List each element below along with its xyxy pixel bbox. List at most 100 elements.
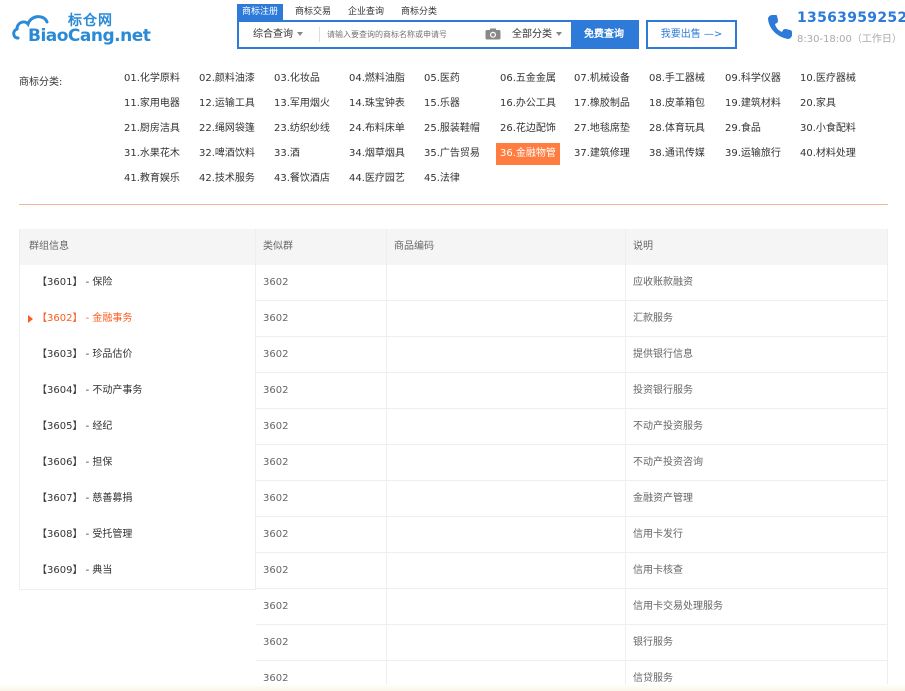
category-item[interactable]: 27.地毯席垫 (570, 119, 634, 138)
category-item[interactable]: 36.金融物管 (496, 143, 560, 165)
cell-description: 信用卡核查 (626, 553, 888, 589)
group-item[interactable]: 【3607】 - 慈善募捐 (20, 481, 256, 517)
cell-similar-group: 3602 (256, 553, 387, 589)
category-item[interactable]: 34.烟草烟具 (345, 144, 409, 163)
category-item[interactable]: 37.建筑修理 (570, 144, 634, 163)
chevron-down-icon (556, 32, 562, 36)
category-item[interactable]: 05.医药 (420, 69, 464, 88)
cell-description: 不动产投资服务 (626, 409, 888, 445)
group-item-label: 【3604】 - 不动产事务 (37, 385, 143, 396)
category-item[interactable]: 22.绳网袋篷 (195, 119, 259, 138)
table-header-description: 说明 (626, 229, 888, 265)
table-row: 3602 银行服务 (256, 625, 888, 661)
category-item[interactable]: 41.教育娱乐 (120, 169, 184, 188)
category-item[interactable]: 31.水果花木 (120, 144, 184, 163)
category-item[interactable]: 04.燃料油脂 (345, 69, 409, 88)
group-item-label: 【3603】 - 珍品估价 (37, 349, 133, 360)
category-item[interactable]: 24.布料床单 (345, 119, 409, 138)
search-scope-label: 综合查询 (253, 29, 293, 40)
category-item[interactable]: 29.食品 (721, 119, 765, 138)
category-item[interactable]: 40.材料处理 (796, 144, 860, 163)
camera-icon[interactable] (485, 28, 501, 40)
category-item[interactable]: 02.颜料油漆 (195, 69, 259, 88)
cell-similar-group: 3602 (256, 625, 387, 661)
cell-goods-code (387, 589, 626, 625)
logo-en-text: BiaoCang.net (28, 26, 151, 46)
category-item[interactable]: 32.啤酒饮料 (195, 144, 259, 163)
category-item[interactable]: 26.花边配饰 (496, 119, 560, 138)
search-category-select[interactable]: 全部分类 (512, 22, 562, 47)
category-item[interactable]: 42.技术服务 (195, 169, 259, 188)
table-row: 3602 汇款服务 (256, 301, 888, 337)
category-item[interactable]: 13.军用烟火 (270, 94, 334, 113)
search-category-label: 全部分类 (512, 29, 552, 40)
group-item-label: 【3605】 - 经纪 (37, 421, 113, 432)
category-item[interactable]: 07.机械设备 (570, 69, 634, 88)
search-box: 综合查询 全部分类 免费查询 (237, 20, 639, 49)
tab-trademark-register[interactable]: 商标注册 (237, 4, 284, 20)
group-item[interactable]: 【3601】 - 保险 (20, 265, 256, 301)
group-item-label: 【3607】 - 慈善募捐 (37, 493, 133, 504)
group-item[interactable]: 【3603】 - 珍品估价 (20, 337, 256, 373)
category-item[interactable]: 35.广告贸易 (420, 144, 484, 163)
category-item[interactable]: 17.橡胶制品 (570, 94, 634, 113)
category-item[interactable]: 10.医疗器械 (796, 69, 860, 88)
group-item-label: 【3606】 - 担保 (37, 457, 113, 468)
cell-description: 金融资产管理 (626, 481, 888, 517)
category-item[interactable]: 20.家具 (796, 94, 840, 113)
cell-description: 信用卡发行 (626, 517, 888, 553)
cell-description: 银行服务 (626, 625, 888, 661)
table-row: 3602 应收账款融资 (256, 265, 888, 301)
cell-description: 应收账款融资 (626, 265, 888, 301)
cell-description: 不动产投资咨询 (626, 445, 888, 481)
cell-similar-group: 3602 (256, 409, 387, 445)
group-item[interactable]: 【3606】 - 担保 (20, 445, 256, 481)
cell-description: 信用卡交易处理服务 (626, 589, 888, 625)
category-item[interactable]: 23.纺织纱线 (270, 119, 334, 138)
sell-trademark-button[interactable]: 我要出售 —> (646, 20, 737, 49)
divider (19, 204, 888, 205)
category-item[interactable]: 39.运输旅行 (721, 144, 785, 163)
category-item[interactable]: 38.通讯传媒 (645, 144, 709, 163)
tab-trademark-trade[interactable]: 商标交易 (290, 4, 336, 20)
category-item[interactable]: 25.服装鞋帽 (420, 119, 484, 138)
category-item[interactable]: 28.体育玩具 (645, 119, 709, 138)
category-item[interactable]: 16.办公工具 (496, 94, 560, 113)
table-header-row: 类似群 商品编码 说明 (256, 229, 888, 265)
category-item[interactable]: 18.皮革箱包 (645, 94, 709, 113)
category-item[interactable]: 03.化妆品 (270, 69, 324, 88)
category-label: 商标分类: (19, 77, 63, 88)
group-item-label: 【3602】 - 金融事务 (37, 313, 133, 324)
category-item[interactable]: 21.厨房洁具 (120, 119, 184, 138)
search-scope-select[interactable]: 综合查询 (253, 22, 303, 47)
free-search-button[interactable]: 免费查询 (571, 22, 637, 47)
category-item[interactable]: 44.医疗园艺 (345, 169, 409, 188)
category-item[interactable]: 33.酒 (270, 144, 304, 163)
category-item[interactable]: 06.五金金属 (496, 69, 560, 88)
site-logo[interactable]: 标仓网 BiaoCang.net (12, 8, 151, 46)
category-item[interactable]: 08.手工器械 (645, 69, 709, 88)
category-item[interactable]: 11.家用电器 (120, 94, 184, 113)
hotline-number: 13563959252 (797, 10, 905, 26)
category-item[interactable]: 09.科学仪器 (721, 69, 785, 88)
category-item[interactable]: 43.餐饮酒店 (270, 169, 334, 188)
group-item[interactable]: 【3605】 - 经纪 (20, 409, 256, 445)
tab-company-search[interactable]: 企业查询 (343, 4, 389, 20)
category-item[interactable]: 12.运输工具 (195, 94, 259, 113)
cell-goods-code (387, 337, 626, 373)
search-input[interactable] (327, 26, 482, 43)
group-item[interactable]: 【3609】 - 典当 (20, 553, 256, 589)
tab-trademark-category[interactable]: 商标分类 (396, 4, 442, 20)
group-item[interactable]: 【3602】 - 金融事务 (20, 301, 256, 337)
category-item[interactable]: 30.小食配料 (796, 119, 860, 138)
category-item[interactable]: 15.乐器 (420, 94, 464, 113)
category-item[interactable]: 45.法律 (420, 169, 464, 188)
group-item[interactable]: 【3604】 - 不动产事务 (20, 373, 256, 409)
cell-similar-group: 3602 (256, 589, 387, 625)
category-item[interactable]: 14.珠宝钟表 (345, 94, 409, 113)
category-item[interactable]: 19.建筑材料 (721, 94, 785, 113)
cell-similar-group: 3602 (256, 445, 387, 481)
group-item-label: 【3608】 - 受托管理 (37, 529, 133, 540)
category-item[interactable]: 01.化学原料 (120, 69, 184, 88)
group-item[interactable]: 【3608】 - 受托管理 (20, 517, 256, 553)
